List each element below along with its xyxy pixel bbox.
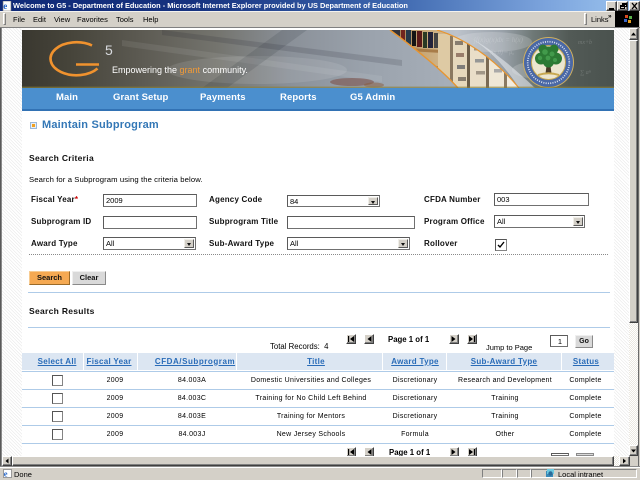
svg-text:∫f(x)g(x)dx = h(x): ∫f(x)g(x)dx = h(x) [473, 36, 524, 44]
svg-text:e: e [4, 469, 8, 478]
svg-text:e: e [3, 1, 7, 11]
svg-text:∑ aⁿ: ∑ aⁿ [580, 70, 591, 76]
svg-text:mx+b: mx+b [578, 40, 592, 46]
svg-text:Empowering the grant community: Empowering the grant community. [112, 65, 248, 75]
svg-text:5: 5 [105, 42, 113, 58]
